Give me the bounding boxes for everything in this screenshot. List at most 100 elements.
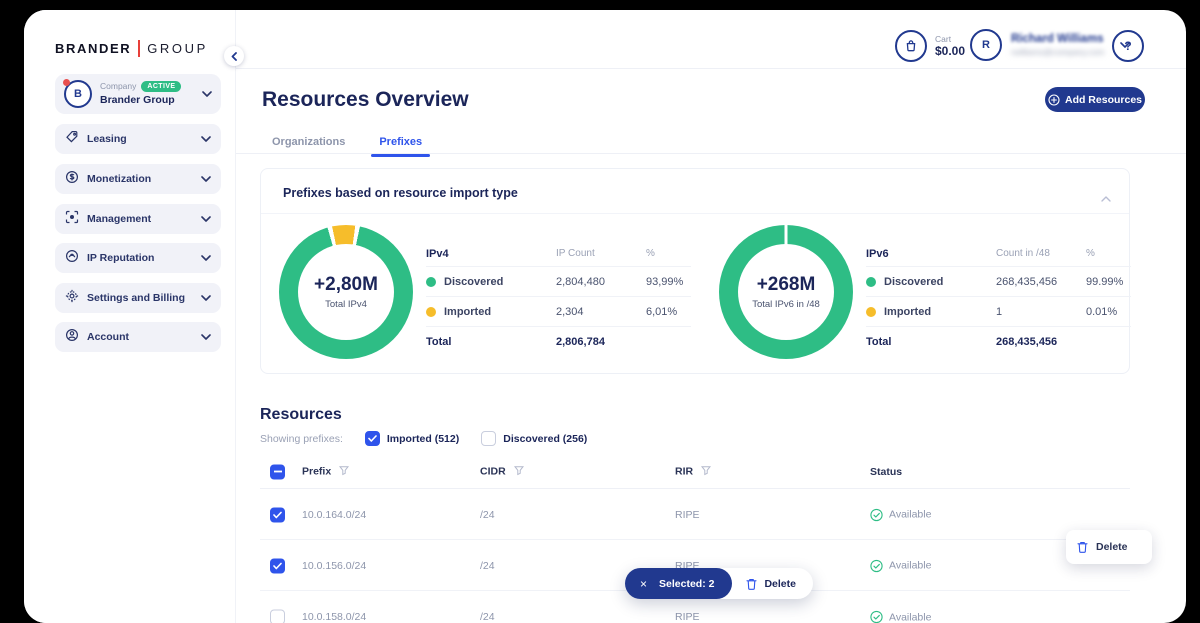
plus-circle-icon: [1048, 94, 1060, 106]
sidebar-item-label: Management: [87, 213, 193, 225]
resources-title: Resources: [260, 406, 342, 424]
ipv4-count-header: IP Count: [556, 248, 646, 259]
cell-prefix: 10.0.156.0/24: [302, 560, 366, 572]
chevron-down-icon: [201, 255, 211, 261]
row-checkbox[interactable]: [270, 507, 285, 522]
sidebar-item-label: Settings and Billing: [87, 292, 193, 304]
filter-imported-checkbox[interactable]: Imported (512): [365, 431, 459, 446]
row-checkbox[interactable]: [270, 610, 285, 623]
cell-cidr: /24: [480, 560, 495, 572]
cell-status: Available: [870, 508, 931, 521]
checkbox-checked-icon: [270, 558, 285, 573]
cart-icon: [895, 30, 927, 62]
clear-selection-button[interactable]: ×: [640, 578, 647, 590]
sidebar-item-settings-billing[interactable]: Settings and Billing: [55, 283, 221, 313]
sidebar-item-label: IP Reputation: [87, 252, 193, 264]
cell-cidr: /24: [480, 509, 495, 521]
cell-cidr: /24: [480, 611, 495, 623]
filter-funnel-icon[interactable]: [514, 465, 524, 478]
ip-reputation-icon: [65, 249, 79, 268]
brand-logo-divider: [138, 40, 140, 57]
sidebar-item-account[interactable]: Account: [55, 322, 221, 352]
company-name: Brander Group: [100, 94, 194, 106]
sidebar-item-label: Leasing: [87, 133, 193, 145]
ipv6-total-value: +268M: [757, 274, 816, 296]
chevron-down-icon: [201, 295, 211, 301]
select-all-checkbox[interactable]: [270, 464, 285, 479]
leasing-icon: [65, 130, 79, 149]
table-header-row: Prefix CIDR RIR Status: [260, 455, 1130, 489]
active-badge: ACTIVE: [141, 81, 181, 92]
check-circle-icon: [870, 508, 883, 521]
user-name: Richard Williams: [1011, 32, 1105, 47]
sidebar-item-monetization[interactable]: Monetization: [55, 164, 221, 194]
card-title: Prefixes based on resource import type: [283, 186, 518, 200]
chevron-down-icon: [201, 216, 211, 222]
checkbox-checked-icon: [365, 431, 380, 446]
filter-funnel-icon[interactable]: [339, 465, 349, 478]
company-avatar: B: [64, 80, 92, 108]
cell-rir: RIPE: [675, 611, 700, 623]
cart-amount: $0.00: [935, 44, 965, 58]
ipv6-pct-header: %: [1086, 248, 1131, 259]
column-cidr[interactable]: CIDR: [480, 466, 506, 478]
selection-bar: × Selected: 2 Delete: [625, 568, 813, 599]
column-rir[interactable]: RIR: [675, 466, 693, 478]
row-actions-menu-delete[interactable]: Delete: [1066, 530, 1152, 564]
prefix-filters: Showing prefixes: Imported (512) Discove…: [260, 431, 587, 446]
cart-button[interactable]: Cart $0.00: [895, 30, 965, 62]
chevron-down-icon: [201, 334, 211, 340]
filter-discovered-checkbox[interactable]: Discovered (256): [481, 431, 587, 446]
table-row: 10.0.164.0/24 /24 RIPE Available: [260, 490, 1130, 540]
app-window: BRANDER GROUP B Company ACTIVE Brander G…: [24, 10, 1186, 623]
discovered-dot: [866, 277, 876, 287]
screenshot-canvas: BRANDER GROUP B Company ACTIVE Brander G…: [0, 0, 1200, 623]
bulk-delete-button[interactable]: Delete: [732, 578, 813, 590]
sidebar-collapse-button[interactable]: [224, 46, 244, 66]
header-divider: [235, 68, 1186, 69]
column-prefix[interactable]: Prefix: [302, 466, 331, 478]
legend-row: Imported 2,304 6,01%: [426, 297, 691, 327]
sidebar-item-label: Account: [87, 331, 193, 343]
ipv6-legend-table: IPv6 Count in /48 % Discovered 268,435,4…: [866, 241, 1131, 357]
sidebar-item-management[interactable]: Management: [55, 204, 221, 234]
filter-funnel-icon[interactable]: [701, 465, 711, 478]
add-resources-button[interactable]: Add Resources: [1045, 87, 1145, 112]
sidebar-item-label: Monetization: [87, 173, 193, 185]
notification-dot: [63, 79, 70, 86]
trash-icon: [1077, 541, 1088, 553]
chevron-down-icon: [202, 91, 212, 97]
row-checkbox[interactable]: [270, 558, 285, 573]
ipv6-total-label: Total IPv6 in /48: [752, 299, 820, 310]
filter-label: Showing prefixes:: [260, 433, 343, 445]
sidebar-item-leasing[interactable]: Leasing: [55, 124, 221, 154]
ipv4-total-label: Total IPv4: [325, 299, 367, 310]
checkbox-empty-icon: [270, 610, 285, 623]
brand-logo: BRANDER GROUP: [55, 40, 208, 57]
help-button[interactable]: ?: [1112, 30, 1144, 62]
selection-count-label: Selected: 2: [659, 578, 714, 590]
cell-prefix: 10.0.164.0/24: [302, 509, 366, 521]
monetization-icon: [65, 170, 79, 189]
brand-logo-left: BRANDER: [55, 41, 131, 56]
imported-dot: [426, 307, 436, 317]
sidebar-item-ip-reputation[interactable]: IP Reputation: [55, 243, 221, 273]
ipv4-donut-chart: +2,80M Total IPv4: [279, 225, 413, 359]
ipv6-donut-chart: +268M Total IPv6 in /48: [719, 225, 853, 359]
company-selector[interactable]: B Company ACTIVE Brander Group: [55, 74, 221, 114]
user-email: rwilliams@company.com: [1011, 47, 1105, 58]
user-avatar: R: [970, 29, 1002, 61]
chevron-down-icon: [201, 176, 211, 182]
page-title: Resources Overview: [262, 88, 469, 112]
brand-logo-right: GROUP: [147, 41, 208, 56]
legend-row: Imported 1 0.01%: [866, 297, 1131, 327]
check-circle-icon: [870, 559, 883, 572]
ipv6-count-header: Count in /48: [996, 248, 1086, 259]
trash-icon: [746, 578, 757, 590]
legend-total-row: Total 2,806,784: [426, 327, 691, 357]
user-menu[interactable]: R Richard Williams rwilliams@company.com: [970, 29, 1130, 61]
company-avatar-initial: B: [74, 88, 82, 100]
checkbox-indeterminate-icon: [270, 464, 285, 479]
collapse-chevron-icon[interactable]: [1101, 189, 1111, 207]
ipv4-header: IPv4: [426, 248, 556, 260]
